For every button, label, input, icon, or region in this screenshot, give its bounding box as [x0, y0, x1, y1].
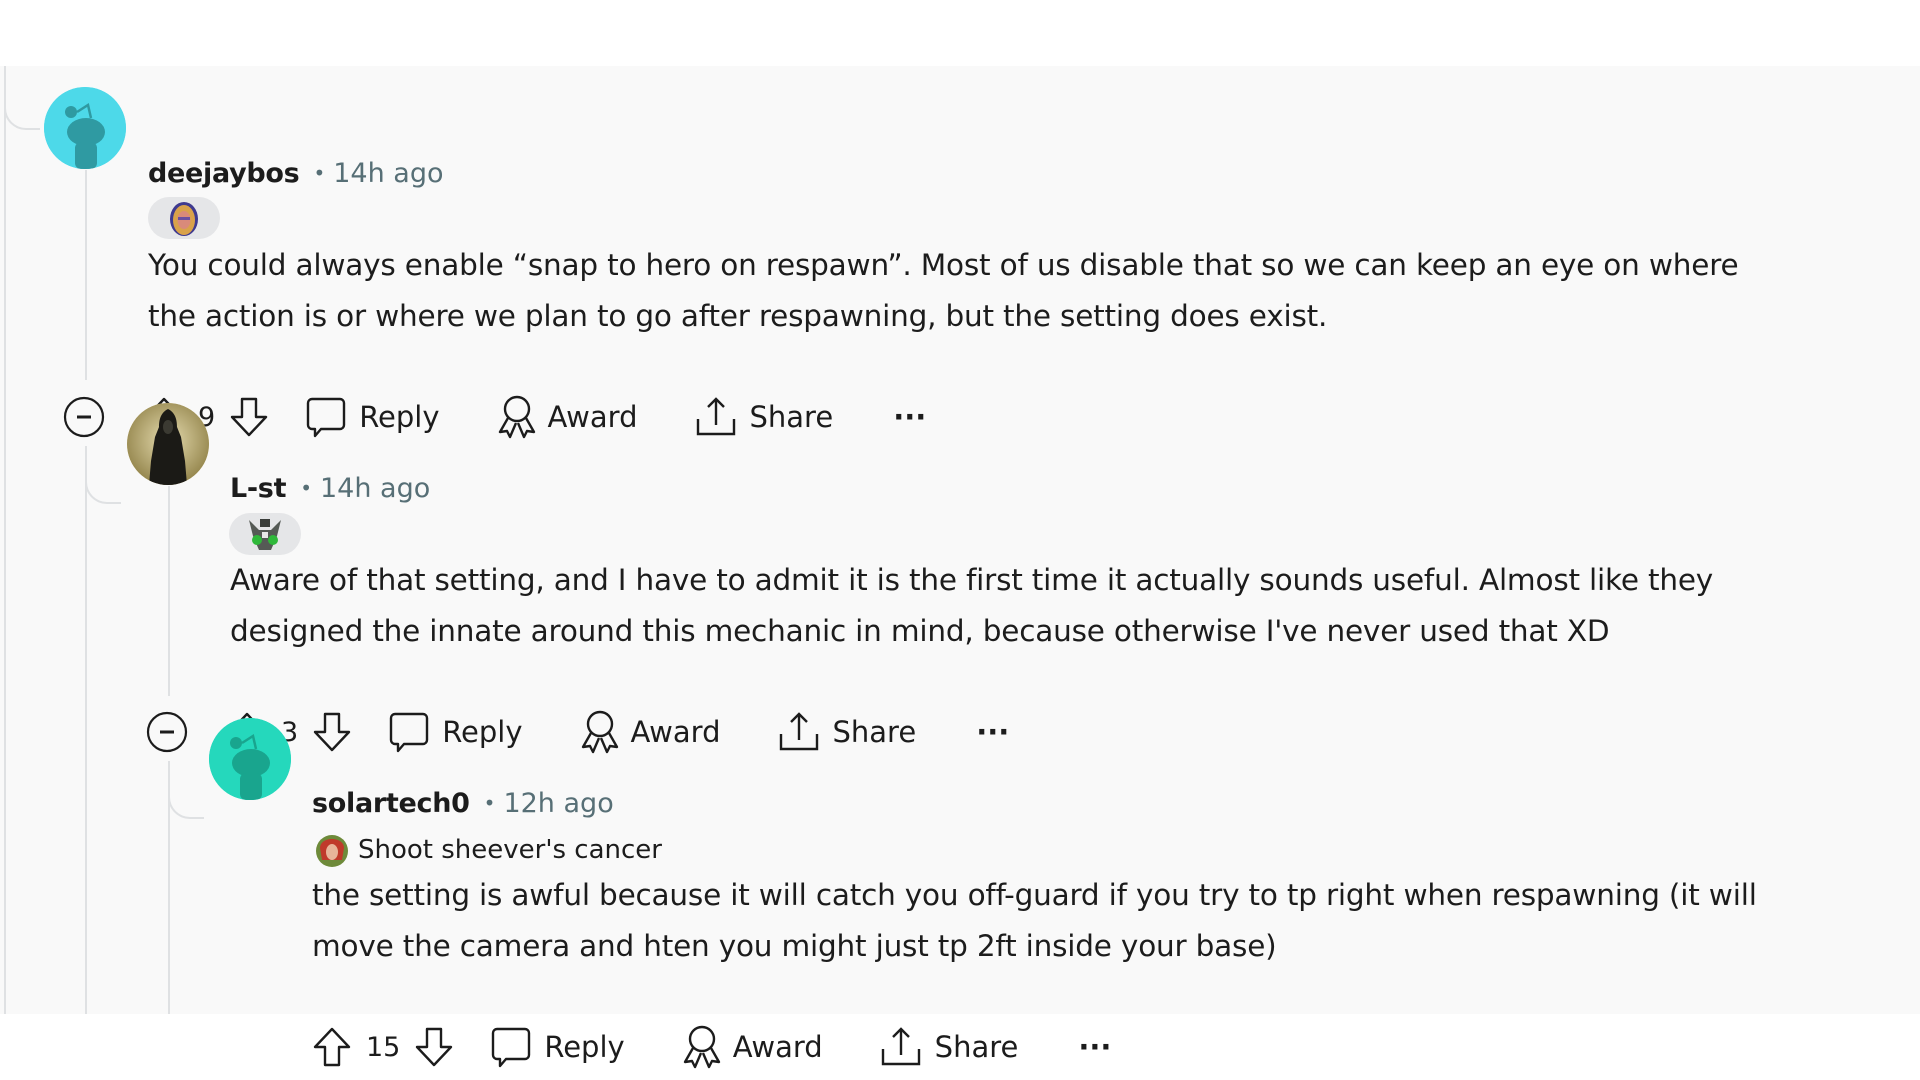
snoo-avatar-icon: [209, 718, 291, 800]
comment-bubble-icon: [389, 712, 429, 753]
collapse-minus-icon: [63, 396, 105, 438]
award-button[interactable]: Award: [496, 394, 638, 440]
separator-dot: •: [300, 476, 312, 500]
thread-connector: [85, 446, 121, 504]
thread-line-comment-2[interactable]: [168, 486, 170, 696]
reply-button[interactable]: Reply: [388, 710, 523, 754]
hooded-figure-avatar-icon: [127, 403, 209, 485]
character-portrait-icon: [170, 202, 198, 236]
timestamp[interactable]: 12h ago: [503, 788, 613, 819]
collapse-button[interactable]: [62, 395, 106, 439]
award-ribbon-icon: [498, 395, 535, 439]
timestamp[interactable]: 14h ago: [333, 158, 443, 189]
more-options-icon: ···: [893, 400, 927, 434]
green-mech-portrait-icon: [249, 519, 281, 550]
share-button[interactable]: Share: [777, 710, 917, 754]
comment-meta: solartech0 • 12h ago: [312, 786, 614, 821]
comment-body: the setting is awful because it will cat…: [312, 878, 1757, 963]
comment-body: You could always enable “snap to hero on…: [148, 248, 1739, 333]
award-button[interactable]: Award: [579, 709, 721, 755]
comment-body: Aware of that setting, and I have to adm…: [230, 563, 1714, 648]
thread-connector: [4, 66, 40, 130]
share-button[interactable]: Share: [694, 395, 834, 439]
share-upload-icon: [881, 1027, 920, 1066]
thread-line-comment-1-children[interactable]: [85, 446, 87, 1014]
collapse-button[interactable]: [145, 710, 189, 754]
username[interactable]: deejaybos: [148, 158, 300, 189]
downvote-button[interactable]: [414, 1026, 454, 1068]
flair-label: Shoot sheever's cancer: [358, 835, 662, 865]
more-options-button[interactable]: ···: [976, 715, 1009, 749]
award-label: Award: [732, 1030, 823, 1064]
thread-connector: [168, 761, 204, 819]
avatar[interactable]: [209, 718, 291, 800]
user-flair: [229, 513, 301, 555]
user-flair: [148, 197, 220, 239]
downvote-arrow-icon: [313, 712, 351, 752]
red-haired-hero-portrait-icon: [316, 835, 348, 867]
share-label: Share: [934, 1030, 1019, 1064]
comment-thread: deejaybos • 14h ago You could always enabl…: [0, 66, 1920, 1069]
comment-actions: 15 Reply Award Share ···: [312, 1022, 1111, 1072]
more-options-button[interactable]: ···: [1078, 1030, 1111, 1064]
award-label: Award: [547, 400, 638, 434]
reply-label: Reply: [544, 1030, 625, 1064]
timestamp[interactable]: 14h ago: [320, 473, 430, 504]
downvote-button[interactable]: [312, 711, 352, 753]
downvote-arrow-icon: [416, 1027, 453, 1067]
downvote-button[interactable]: [229, 396, 269, 438]
snoo-avatar-icon: [44, 87, 126, 169]
upvote-button[interactable]: [312, 1026, 352, 1068]
separator-dot: •: [313, 161, 326, 185]
comment-bubble-icon: [492, 1027, 531, 1068]
vote-count: 15: [366, 1031, 401, 1063]
share-upload-icon: [779, 712, 818, 751]
share-upload-icon: [696, 397, 735, 436]
thread-line-comment-1[interactable]: [85, 170, 87, 380]
award-label: Award: [630, 715, 721, 749]
reply-label: Reply: [359, 400, 440, 434]
separator-dot: •: [483, 791, 496, 815]
comment-meta: L-st • 14h ago: [230, 471, 430, 506]
collapse-minus-icon: [146, 711, 188, 753]
share-label: Share: [832, 715, 917, 749]
award-ribbon-icon: [581, 710, 618, 754]
more-options-button[interactable]: ···: [893, 400, 926, 434]
comment-meta: deejaybos • 14h ago: [148, 156, 444, 191]
username[interactable]: L-st: [230, 473, 287, 504]
thread-line-root[interactable]: [4, 66, 6, 1014]
more-options-icon: ···: [1078, 1030, 1112, 1064]
share-label: Share: [749, 400, 834, 434]
share-button[interactable]: Share: [879, 1025, 1019, 1069]
upvote-arrow-icon: [313, 1027, 351, 1067]
avatar[interactable]: [127, 403, 209, 485]
comment-bubble-icon: [306, 397, 346, 438]
reply-button[interactable]: Reply: [490, 1025, 625, 1069]
downvote-arrow-icon: [230, 397, 268, 437]
user-flair: Shoot sheever's cancer: [312, 830, 662, 870]
reply-label: Reply: [442, 715, 523, 749]
award-ribbon-icon: [683, 1025, 720, 1069]
reply-button[interactable]: Reply: [305, 395, 440, 439]
avatar[interactable]: [44, 87, 126, 169]
more-options-icon: ···: [976, 715, 1010, 749]
award-button[interactable]: Award: [681, 1024, 823, 1070]
username[interactable]: solartech0: [312, 788, 470, 819]
